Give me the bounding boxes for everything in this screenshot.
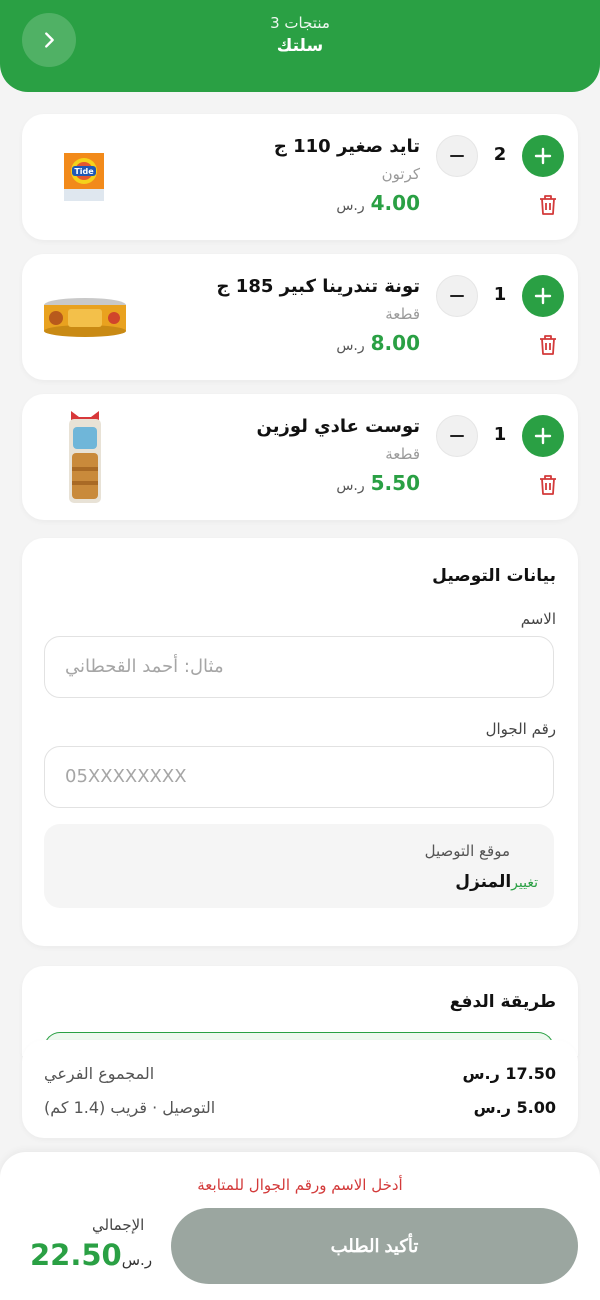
name-input[interactable]: مثال: أحمد القحطاني bbox=[44, 636, 554, 698]
item-price-value: 4.00 bbox=[370, 191, 420, 215]
delivery-title: بيانات التوصيل bbox=[432, 566, 556, 586]
location-value-row: تغييرالمنزل bbox=[455, 872, 538, 892]
delivery-fee-value: 5.00 ر.س bbox=[473, 1098, 556, 1117]
increase-qty-button[interactable] bbox=[522, 415, 564, 457]
item-unit: كرتون bbox=[381, 165, 420, 183]
increase-qty-button[interactable] bbox=[522, 135, 564, 177]
plus-icon bbox=[534, 147, 552, 165]
item-price: 8.00 ر.س bbox=[217, 331, 420, 355]
app-header: 3 منتجات سلتك bbox=[0, 0, 600, 92]
order-summary: المجموع الفرعي 17.50 ر.س التوصيل · قريب … bbox=[22, 1040, 578, 1138]
trash-icon bbox=[540, 475, 556, 495]
item-price-currency: ر.س bbox=[336, 338, 365, 354]
validation-warning: أدخل الاسم ورقم الجوال للمتابعة bbox=[197, 1176, 403, 1194]
remove-item-button[interactable] bbox=[538, 194, 560, 218]
delivery-fee-label: التوصيل · قريب (1.4 كم) bbox=[44, 1098, 216, 1117]
item-quantity: 1 bbox=[493, 424, 507, 445]
svg-text:Tide: Tide bbox=[74, 167, 94, 176]
remove-item-button[interactable] bbox=[538, 334, 560, 358]
cart-item: تونة تندرينا كبير 185 ج قطعة 8.00 ر.س 1 bbox=[22, 254, 578, 380]
product-image-tide: Tide bbox=[40, 132, 130, 222]
phone-input[interactable]: 05XXXXXXXX bbox=[44, 746, 554, 808]
item-price-value: 8.00 bbox=[370, 331, 420, 355]
total-value: 22.50 bbox=[30, 1238, 122, 1272]
decrease-qty-button[interactable] bbox=[436, 415, 478, 457]
item-quantity: 2 bbox=[493, 144, 507, 165]
change-location-link[interactable]: تغيير bbox=[511, 875, 538, 891]
payment-title: طريقة الدفع bbox=[449, 992, 556, 1012]
item-unit: قطعة bbox=[385, 305, 420, 323]
item-name: توست عادي لوزين bbox=[256, 416, 421, 437]
decrease-qty-button[interactable] bbox=[436, 135, 478, 177]
decrease-qty-button[interactable] bbox=[436, 275, 478, 317]
page-title: سلتك bbox=[276, 36, 324, 56]
item-price-currency: ر.س bbox=[336, 198, 365, 214]
name-placeholder: مثال: أحمد القحطاني bbox=[65, 656, 224, 677]
name-label: الاسم bbox=[520, 610, 556, 628]
product-image-tuna bbox=[40, 272, 130, 362]
delivery-location: موقع التوصيل تغييرالمنزل bbox=[44, 824, 554, 908]
item-price-value: 5.50 bbox=[370, 471, 420, 495]
cart-item: توست عادي لوزين قطعة 5.50 ر.س 1 bbox=[22, 394, 578, 520]
item-price: 4.00 ر.س bbox=[274, 191, 420, 215]
minus-icon bbox=[450, 295, 464, 297]
item-price: 5.50 ر.س bbox=[257, 471, 420, 495]
plus-icon bbox=[534, 427, 552, 445]
item-price-currency: ر.س bbox=[336, 478, 365, 494]
location-value: المنزل bbox=[455, 872, 512, 892]
item-name: تايد صغير 110 ج bbox=[273, 136, 420, 157]
minus-icon bbox=[450, 155, 464, 157]
item-name: تونة تندرينا كبير 185 ج bbox=[216, 276, 420, 297]
phone-label: رقم الجوال bbox=[485, 720, 556, 738]
product-image-toast bbox=[40, 411, 130, 503]
location-label: موقع التوصيل bbox=[424, 842, 510, 860]
minus-icon bbox=[450, 435, 464, 437]
trash-icon bbox=[540, 335, 556, 355]
total-label: الإجمالي bbox=[92, 1216, 145, 1234]
checkout-bar: أدخل الاسم ورقم الجوال للمتابعة الإجمالي… bbox=[0, 1152, 600, 1300]
subtotal-label: المجموع الفرعي bbox=[44, 1064, 155, 1083]
item-unit: قطعة bbox=[385, 445, 420, 463]
cart-item: Tide تايد صغير 110 ج كرتون 4.00 ر.س 2 bbox=[22, 114, 578, 240]
item-quantity: 1 bbox=[493, 284, 507, 305]
total-currency: ر.س bbox=[121, 1251, 153, 1269]
subtotal-value: 17.50 ر.س bbox=[462, 1064, 556, 1083]
delivery-section: بيانات التوصيل الاسم مثال: أحمد القحطاني… bbox=[22, 538, 578, 946]
phone-placeholder: 05XXXXXXXX bbox=[65, 766, 187, 787]
trash-icon bbox=[540, 195, 556, 215]
items-count: 3 منتجات bbox=[270, 14, 330, 32]
confirm-order-button[interactable]: تأكيد الطلب bbox=[171, 1208, 578, 1284]
total-amount: ر.س22.50 bbox=[22, 1238, 152, 1272]
remove-item-button[interactable] bbox=[538, 474, 560, 498]
increase-qty-button[interactable] bbox=[522, 275, 564, 317]
plus-icon bbox=[534, 287, 552, 305]
